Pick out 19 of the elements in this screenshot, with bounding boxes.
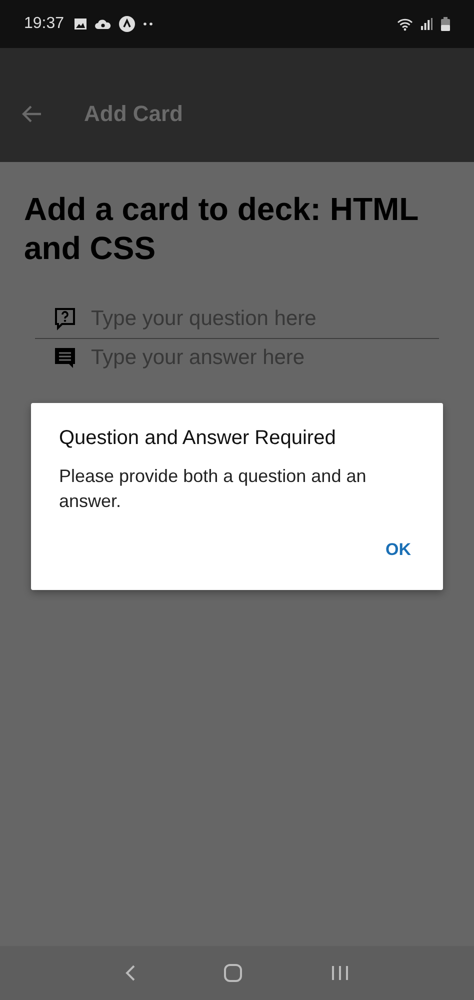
- image-icon: [74, 18, 88, 30]
- battery-icon: [441, 17, 450, 31]
- back-arrow-icon[interactable]: [22, 105, 42, 123]
- message-icon: [53, 346, 77, 370]
- recent-apps-icon[interactable]: [330, 964, 350, 982]
- status-time: 19:37: [24, 15, 64, 33]
- back-icon[interactable]: [124, 964, 136, 982]
- wifi-icon: [397, 18, 413, 30]
- dialog-title: Question and Answer Required: [59, 427, 337, 450]
- signal-icon: [421, 18, 433, 30]
- dialog-message: Please provide both a question and an answer.: [59, 465, 368, 513]
- app-icon: [119, 16, 136, 32]
- more-dots-icon: [143, 22, 154, 26]
- ok-button[interactable]: OK: [374, 532, 423, 568]
- app-bar-title: Add Card: [84, 101, 183, 127]
- home-icon[interactable]: [222, 964, 243, 982]
- cloud-icon: [95, 18, 112, 30]
- page-heading: Add a card to deck: HTML and CSS: [24, 190, 420, 268]
- question-bubble-icon: [53, 307, 77, 331]
